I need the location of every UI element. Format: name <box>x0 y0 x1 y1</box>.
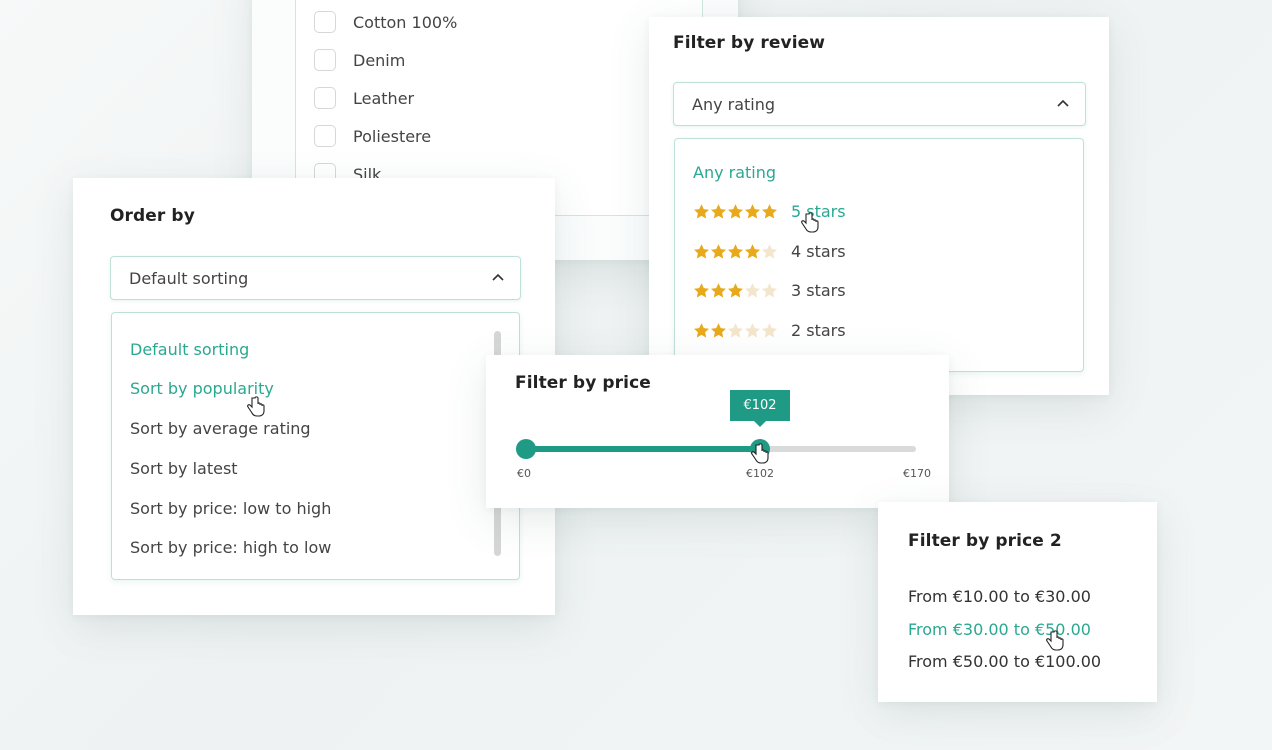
material-option-label: Cotton 100% <box>353 12 458 32</box>
star-filled-icon <box>762 204 777 219</box>
stars-rating <box>693 322 778 339</box>
chevron-up-icon <box>492 273 504 283</box>
star-empty-icon <box>745 323 760 338</box>
material-option-label: Denim <box>353 50 406 70</box>
star-empty-icon <box>728 323 743 338</box>
price-slider-fill <box>526 446 760 452</box>
rating-option-label: 2 stars <box>791 321 846 340</box>
stars-rating <box>693 203 778 220</box>
sort-dropdown: Default sorting Sort by popularity Sort … <box>111 312 520 580</box>
price-min-label: €0 <box>517 467 531 480</box>
order-by-card: Order by Default sorting Default sorting… <box>73 178 555 615</box>
price-filter-2-card: Filter by price 2 From €10.00 to €30.00 … <box>878 502 1157 702</box>
rating-option-label: 5 stars <box>791 202 846 221</box>
checkbox[interactable] <box>314 87 336 109</box>
checkbox[interactable] <box>314 49 336 71</box>
star-filled-icon <box>728 283 743 298</box>
star-filled-icon <box>745 244 760 259</box>
rating-option-3[interactable]: 3 stars <box>693 281 846 300</box>
rating-select-value: Any rating <box>692 94 776 114</box>
star-filled-icon <box>711 204 726 219</box>
rating-option-label: 3 stars <box>791 281 846 300</box>
price-slider-min-handle[interactable] <box>516 439 536 459</box>
review-filter-card: Filter by review Any rating Any rating 5… <box>649 17 1109 395</box>
material-option-poliestere[interactable]: Poliestere <box>314 125 431 147</box>
price-range-link[interactable]: From €30.00 to €50.00 <box>908 620 1091 639</box>
price-range-link[interactable]: From €10.00 to €30.00 <box>908 587 1091 606</box>
star-filled-icon <box>728 244 743 259</box>
rating-option-any[interactable]: Any rating <box>693 163 776 182</box>
stars-rating <box>693 282 778 299</box>
star-filled-icon <box>728 204 743 219</box>
star-filled-icon <box>745 204 760 219</box>
sort-option[interactable]: Sort by average rating <box>130 419 311 438</box>
sort-option[interactable]: Sort by popularity <box>130 379 274 398</box>
sort-select[interactable]: Default sorting <box>110 256 521 300</box>
material-option-label: Poliestere <box>353 126 432 146</box>
price-value-label: €102 <box>746 467 774 480</box>
material-option-cotton[interactable]: Cotton 100% <box>314 11 457 33</box>
star-filled-icon <box>694 204 709 219</box>
star-filled-icon <box>711 244 726 259</box>
price-slider-track[interactable] <box>526 446 916 452</box>
material-option-denim[interactable]: Denim <box>314 49 405 71</box>
star-filled-icon <box>694 244 709 259</box>
rating-option-label: 4 stars <box>791 242 846 261</box>
review-filter-title: Filter by review <box>673 33 826 53</box>
star-empty-icon <box>762 323 777 338</box>
checkbox[interactable] <box>314 11 336 33</box>
rating-dropdown: Any rating 5 stars 4 stars 3 stars 2 sta… <box>674 138 1084 372</box>
star-empty-icon <box>745 283 760 298</box>
chevron-up-icon <box>1057 99 1069 109</box>
price-slider-max-handle[interactable] <box>750 439 770 459</box>
sort-option[interactable]: Sort by price: high to low <box>130 538 331 557</box>
order-by-title: Order by <box>110 206 195 226</box>
price-max-label: €170 <box>903 467 931 480</box>
rating-option-5[interactable]: 5 stars <box>693 202 846 221</box>
price-filter-title: Filter by price <box>515 373 651 393</box>
price-tooltip: €102 <box>730 390 790 427</box>
star-filled-icon <box>694 283 709 298</box>
rating-select[interactable]: Any rating <box>673 82 1086 126</box>
sort-option[interactable]: Sort by latest <box>130 459 238 478</box>
sort-select-value: Default sorting <box>129 268 249 288</box>
sort-option[interactable]: Sort by price: low to high <box>130 499 331 518</box>
star-filled-icon <box>711 323 726 338</box>
rating-option-4[interactable]: 4 stars <box>693 242 846 261</box>
price-filter-2-title: Filter by price 2 <box>908 531 1062 551</box>
rating-option-2[interactable]: 2 stars <box>693 321 846 340</box>
material-option-label: Leather <box>353 88 415 108</box>
sort-option[interactable]: Default sorting <box>130 340 249 359</box>
star-filled-icon <box>694 323 709 338</box>
price-filter-card: Filter by price €102 €0 €102 €170 <box>486 355 949 508</box>
stars-rating <box>693 243 778 260</box>
price-range-link[interactable]: From €50.00 to €100.00 <box>908 652 1101 671</box>
checkbox[interactable] <box>314 125 336 147</box>
material-option-leather[interactable]: Leather <box>314 87 414 109</box>
star-empty-icon <box>762 244 777 259</box>
star-empty-icon <box>762 283 777 298</box>
rating-option-label: Any rating <box>693 163 777 182</box>
star-filled-icon <box>711 283 726 298</box>
